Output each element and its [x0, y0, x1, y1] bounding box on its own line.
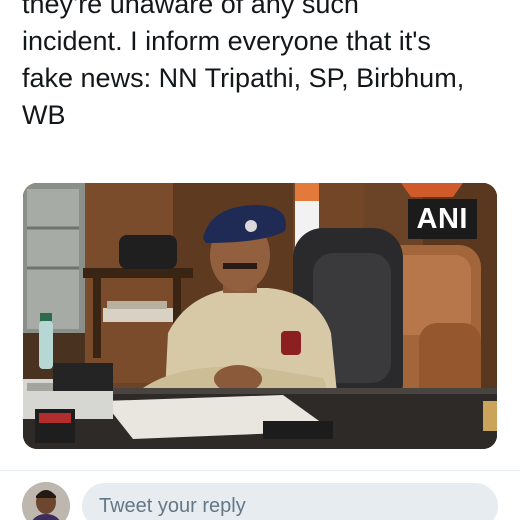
tweet-text-line: fake news: NN Tripathi, SP, Birbhum,	[22, 63, 465, 93]
reply-input[interactable]	[99, 494, 498, 518]
tweet-text-line: incident. I inform everyone that it's	[22, 26, 431, 56]
tweet-media-video[interactable]: ANI	[23, 183, 497, 449]
tweet-text: they're unaware of any such incident. I …	[22, 0, 512, 134]
ani-watermark: ANI	[407, 199, 477, 239]
tweet-detail-page: they're unaware of any such incident. I …	[0, 0, 520, 520]
tweet-text-line: WB	[22, 100, 66, 130]
tweet-text-line: they're unaware of any such	[22, 0, 359, 19]
avatar-photo-icon	[22, 482, 70, 520]
divider	[0, 470, 520, 471]
reply-field[interactable]	[82, 483, 498, 520]
user-avatar[interactable]	[22, 482, 70, 520]
